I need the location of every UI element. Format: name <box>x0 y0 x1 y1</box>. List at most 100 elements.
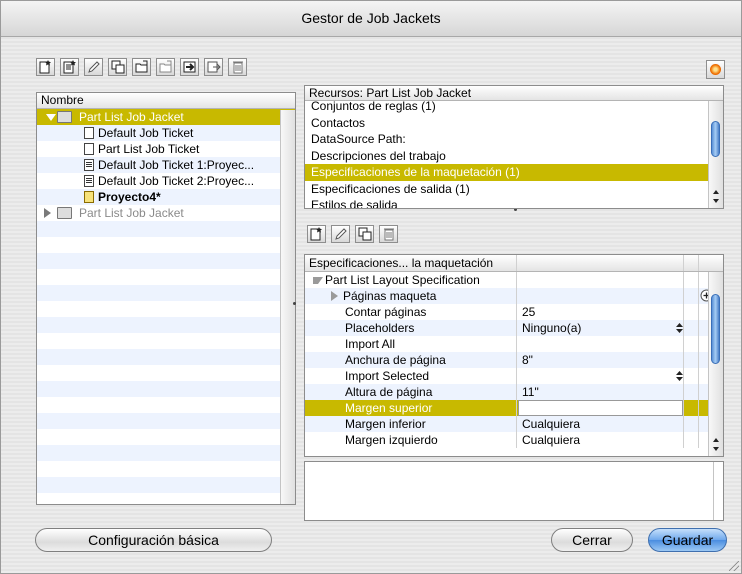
specs-col-separator-3[interactable] <box>698 255 699 271</box>
spec-row[interactable]: Páginas maqueta <box>305 288 723 304</box>
disclosure-closed-icon[interactable] <box>331 291 338 301</box>
trash-button[interactable] <box>228 58 247 76</box>
ticket-lined-icon <box>84 175 94 187</box>
split-handle[interactable] <box>293 302 296 305</box>
specs-scrollbar[interactable] <box>708 272 723 456</box>
specs-panel: Especificaciones... la maquetación Part … <box>304 254 724 457</box>
spec-row[interactable]: Contar páginas 25 <box>305 304 723 320</box>
job-jacket-icon <box>57 207 72 219</box>
spec-row[interactable]: Import All <box>305 336 723 352</box>
tree-scrollbar[interactable] <box>280 110 295 504</box>
spec-row[interactable]: Placeholders Ninguno(a) <box>305 320 723 336</box>
edit-button[interactable] <box>84 58 103 76</box>
resources-list: Conjuntos de reglas (1) Contactos DataSour… <box>305 98 723 208</box>
export-button[interactable] <box>204 58 223 76</box>
column-divider <box>516 352 517 368</box>
new-job-ticket-button[interactable] <box>60 58 79 76</box>
tree-item[interactable]: Default Job Ticket <box>37 125 295 141</box>
resource-item[interactable]: Especificaciones de la maquetación (1) <box>305 164 723 181</box>
open-button[interactable] <box>132 58 151 76</box>
resource-item-label: Conjuntos de reglas (1) <box>311 99 436 113</box>
spec-row-value: Cualquiera <box>522 417 581 431</box>
tree-item[interactable]: Proyecto4* <box>37 189 295 205</box>
specs-trash-button[interactable] <box>379 225 398 243</box>
spec-row-label: Margen inferior <box>345 417 426 431</box>
spec-row-label: Import Selected <box>345 369 430 383</box>
resource-item[interactable]: DataSource Path: <box>305 131 723 148</box>
close-button[interactable]: Cerrar <box>551 528 633 552</box>
column-divider <box>698 368 699 384</box>
spec-row[interactable]: Import Selected <box>305 368 723 384</box>
tree-empty-row <box>37 237 295 253</box>
resource-item-label: DataSource Path: <box>311 132 406 146</box>
column-divider <box>683 432 684 448</box>
tree-header[interactable]: Nombre <box>37 93 295 109</box>
description-panel-divider <box>713 462 714 520</box>
resource-item-label: Descripciones del trabajo <box>311 148 446 163</box>
import-button[interactable] <box>180 58 199 76</box>
spec-row[interactable]: Anchura de página 8" <box>305 352 723 368</box>
specs-col-separator-2[interactable] <box>683 255 684 271</box>
spec-row[interactable]: Part List Layout Specification <box>305 272 723 288</box>
tree-item[interactable]: Part List Job Jacket <box>37 109 295 125</box>
tree-empty-row <box>37 349 295 365</box>
specs-scroll-down-arrow-icon[interactable] <box>713 447 719 451</box>
stepper-icon[interactable] <box>676 322 683 334</box>
disclosure-open-icon[interactable] <box>313 277 323 284</box>
resource-item[interactable]: Especificaciones de salida (1) <box>305 181 723 198</box>
scroll-down-arrow-icon[interactable] <box>713 199 719 203</box>
duplicate-button[interactable] <box>108 58 127 76</box>
spec-row[interactable]: Margen inferior Cualquiera <box>305 416 723 432</box>
column-divider <box>516 320 517 336</box>
tree-item[interactable]: Default Job Ticket 1:Proyec... <box>37 157 295 173</box>
spec-value-input[interactable] <box>518 400 683 416</box>
stepper-icon[interactable] <box>676 370 683 382</box>
specs-col-separator[interactable] <box>516 255 517 271</box>
specs-new-button[interactable] <box>307 225 326 243</box>
specs-toolbar <box>307 225 407 245</box>
disclosure-open-icon[interactable] <box>46 114 56 121</box>
resources-scrollbar[interactable] <box>708 101 723 208</box>
basic-config-button[interactable]: Configuración básica <box>35 528 272 552</box>
tree-item[interactable]: Part List Job Jacket <box>37 205 295 221</box>
specs-scroll-thumb[interactable] <box>711 294 720 364</box>
resize-grip-icon[interactable] <box>729 561 739 571</box>
tree-item[interactable]: Part List Job Ticket <box>37 141 295 157</box>
tree-empty-row <box>37 397 295 413</box>
new-job-jacket-button[interactable] <box>36 58 55 76</box>
tree-list: Part List Job Jacket Default Job Ticket Pa… <box>37 109 295 493</box>
open-linked-button[interactable] <box>156 58 175 76</box>
project-icon <box>84 191 94 203</box>
save-button[interactable]: Guardar <box>648 528 727 552</box>
ticket-icon <box>84 143 94 155</box>
resource-item[interactable]: Descripciones del trabajo <box>305 148 723 165</box>
resource-item[interactable]: Contactos <box>305 115 723 132</box>
new-icon <box>309 226 325 242</box>
resource-item[interactable]: Conjuntos de reglas (1) <box>305 98 723 115</box>
spec-row-value: Cualquiera <box>522 433 581 447</box>
specs-duplicate-button[interactable] <box>355 225 374 243</box>
tree-item[interactable]: Default Job Ticket 2:Proyec... <box>37 173 295 189</box>
tree-empty-row <box>37 269 295 285</box>
spec-row[interactable]: Margen izquierdo Cualquiera <box>305 432 723 448</box>
column-divider <box>516 416 517 432</box>
resource-item-label: Especificaciones de salida (1) <box>311 181 470 196</box>
column-divider <box>698 320 699 336</box>
help-button[interactable] <box>706 60 725 79</box>
specs-col1-header[interactable]: Especificaciones... la maquetación <box>309 256 493 270</box>
tree-empty-row <box>37 221 295 237</box>
disclosure-closed-icon[interactable] <box>44 208 51 218</box>
import-icon <box>182 59 198 75</box>
spec-row-label: Part List Layout Specification <box>325 273 480 287</box>
spec-row[interactable]: Margen superior <box>305 400 723 416</box>
tree-empty-row <box>37 253 295 269</box>
column-divider <box>698 336 699 352</box>
specs-scroll-up-arrow-icon[interactable] <box>713 438 719 442</box>
spec-row-value[interactable]: Ninguno(a) <box>522 320 581 336</box>
resources-scroll-thumb[interactable] <box>711 121 720 157</box>
resource-item[interactable]: Estilos de salida <box>305 197 723 208</box>
export-icon <box>206 59 222 75</box>
scroll-up-arrow-icon[interactable] <box>713 190 719 194</box>
spec-row[interactable]: Altura de página 11" <box>305 384 723 400</box>
specs-edit-button[interactable] <box>331 225 350 243</box>
